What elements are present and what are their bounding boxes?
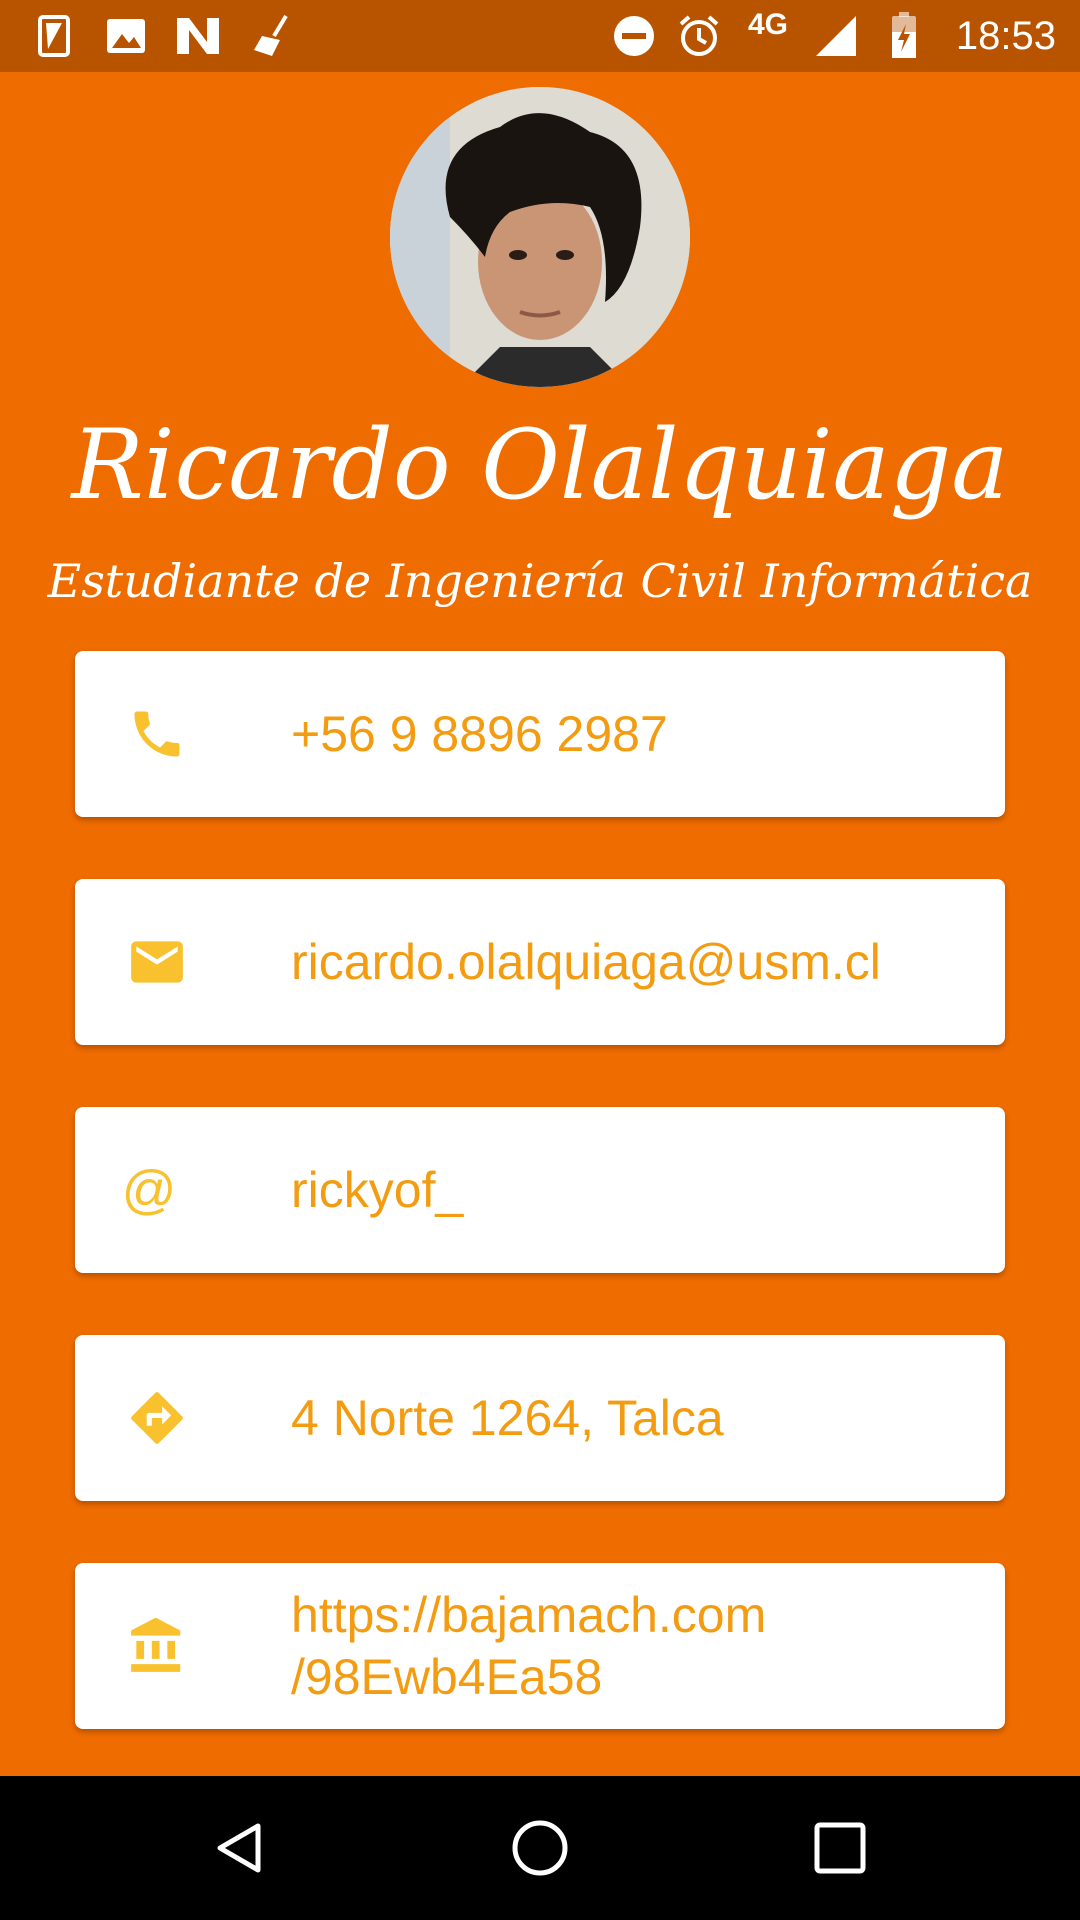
recents-icon[interactable] [780,1776,900,1920]
contact-value-link: https://bajamach.com /98Ewb4Ea58 [291,1587,767,1705]
network-type: 4G [748,8,789,41]
phone-icon [123,700,191,768]
profile-subtitle: Estudiante de Ingeniería Civil Informáti… [47,554,1033,608]
battery-charging-icon [886,12,922,60]
broom-icon [250,12,294,60]
home-icon[interactable] [480,1776,600,1920]
back-icon[interactable] [180,1776,300,1920]
contact-value-username: rickyof_ [291,1162,464,1218]
contact-value-email: ricardo.olalquiaga@usm.cl [291,934,881,990]
contact-value-phone: +56 9 8896 2987 [291,706,668,762]
bank-icon [123,1612,191,1680]
contact-card-username[interactable]: @ rickyof_ [75,1107,1005,1273]
image-icon [104,12,148,60]
contact-value-address: 4 Norte 1264, Talca [291,1390,724,1446]
navigation-bar [0,1776,1080,1920]
sim-card-icon [34,12,74,60]
profile-name: Ricardo Olalquiaga [71,409,1009,521]
alarm-icon [676,12,722,60]
directions-icon [123,1384,191,1452]
n-icon [174,12,222,60]
contact-card-email[interactable]: ricardo.olalquiaga@usm.cl [75,879,1005,1045]
do-not-disturb-icon [612,12,656,60]
contact-card-link[interactable]: https://bajamach.com /98Ewb4Ea58 [75,1563,1005,1729]
clock: 18:53 [955,14,1056,58]
mail-icon [123,928,191,996]
signal-icon [814,12,858,60]
avatar [390,87,690,387]
at-icon: @ [121,1160,177,1220]
contact-card-address[interactable]: 4 Norte 1264, Talca [75,1335,1005,1501]
contact-card-phone[interactable]: +56 9 8896 2987 [75,651,1005,817]
status-bar: 4G 18:53 [0,0,1080,72]
